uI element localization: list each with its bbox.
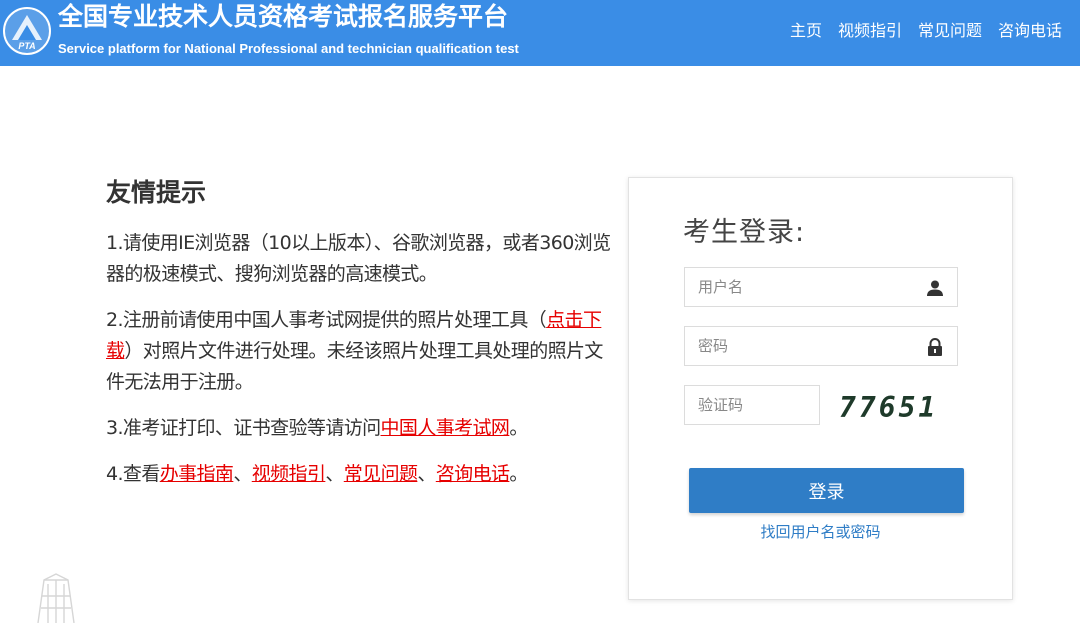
notice-item-4: 4.查看办事指南、视频指引、常见问题、咨询电话。 [106,459,616,490]
login-panel: 考生登录: 77651 登录 找回用户名或密码 [628,177,1013,600]
notice-section: 友情提示 1.请使用IE浏览器（10以上版本）、谷歌浏览器，或者360浏览器的极… [106,176,616,505]
password-input[interactable] [685,327,957,365]
forgot-credentials-link[interactable]: 找回用户名或密码 [629,521,1012,542]
lock-icon [928,338,942,356]
hotline-link[interactable]: 咨询电话 [436,463,510,485]
captcha-field [684,385,820,425]
video-guide-link[interactable]: 视频指引 [252,463,326,485]
nav-hotline[interactable]: 咨询电话 [998,19,1062,43]
username-field [684,267,958,307]
notice-item-2: 2.注册前请使用中国人事考试网提供的照片处理工具（点击下载）对照片文件进行处理。… [106,305,616,398]
login-button[interactable]: 登录 [689,468,964,513]
header-bar: PTA 全国专业技术人员资格考试报名服务平台 Service platform … [0,0,1080,66]
notice-title: 友情提示 [106,178,207,207]
notice-item-2-prefix: 2.注册前请使用中国人事考试网提供的照片处理工具（ [106,309,547,331]
notice-item-3-suffix: 。 [509,417,528,439]
notice-item-1: 1.请使用IE浏览器（10以上版本）、谷歌浏览器，或者360浏览器的极速模式、搜… [106,228,616,290]
notice-item-3: 3.准考证打印、证书查验等请访问中国人事考试网。 [106,413,616,444]
site-title: 全国专业技术人员资格考试报名服务平台 [58,2,509,31]
notice-item-4-prefix: 4.查看 [106,463,160,485]
user-icon [927,280,943,296]
username-input[interactable] [685,268,957,306]
pta-logo-icon: PTA [3,7,51,55]
captcha-input[interactable] [685,386,819,424]
cpta-site-link[interactable]: 中国人事考试网 [381,417,510,439]
separator: 、 [417,463,436,485]
logo-text: PTA [18,41,35,51]
captcha-code: 77651 [839,391,939,424]
notice-item-3-prefix: 3.准考证打印、证书查验等请访问 [106,417,381,439]
nav-video-guide[interactable]: 视频指引 [838,19,902,43]
captcha-image[interactable]: 77651 [839,385,961,431]
separator: 、 [325,463,344,485]
password-field [684,326,958,366]
notice-item-2-suffix: ）对照片文件进行处理。未经该照片处理工具处理的照片文件无法用于注册。 [106,340,603,393]
separator: 、 [233,463,252,485]
service-guide-link[interactable]: 办事指南 [160,463,234,485]
notice-item-1-text: 1.请使用IE浏览器（10以上版本）、谷歌浏览器，或者360浏览器的极速模式、搜… [106,232,611,285]
nav-home[interactable]: 主页 [790,19,822,43]
login-title: 考生登录: [683,217,806,248]
nav-faq[interactable]: 常见问题 [918,19,982,43]
top-nav: 主页 视频指引 常见问题 咨询电话 [790,19,1062,43]
site-subtitle: Service platform for National Profession… [58,41,519,56]
building-decoration-icon [37,573,75,623]
notice-item-4-suffix: 。 [509,463,528,485]
faq-link[interactable]: 常见问题 [344,463,418,485]
